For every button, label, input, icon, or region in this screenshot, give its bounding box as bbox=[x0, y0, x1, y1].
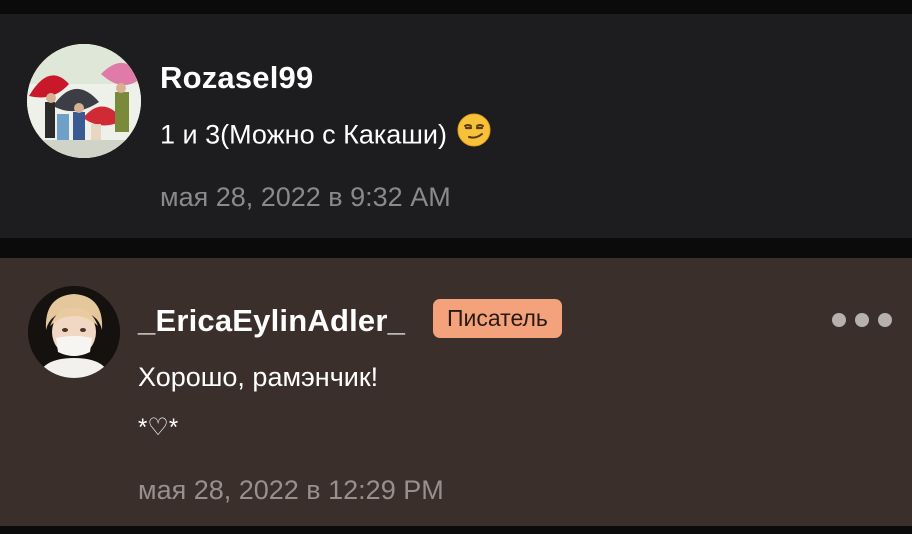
avatar-image bbox=[28, 286, 120, 378]
comment-card: Rozasel99 1 и 3(Можно с Какаши) мая 28, … bbox=[0, 14, 912, 238]
smirking-face-icon bbox=[457, 113, 491, 154]
comment-text-content: 1 и 3(Можно с Какаши) bbox=[160, 119, 448, 150]
avatar[interactable] bbox=[28, 286, 120, 378]
role-badge: Писатель bbox=[433, 299, 562, 338]
comment-timestamp: мая 28, 2022 в 9:32 AM bbox=[160, 182, 451, 212]
avatar-image bbox=[27, 44, 141, 158]
more-options-button[interactable] bbox=[832, 310, 892, 330]
comment-card: _EricaEylinAdler_ Писатель Хорошо, рамэн… bbox=[0, 258, 912, 526]
more-options-icon bbox=[878, 313, 892, 327]
comment-text: 1 и 3(Можно с Какаши) bbox=[160, 113, 491, 154]
more-options-icon bbox=[855, 313, 869, 327]
comment-text-line: *♡* bbox=[138, 414, 179, 441]
comment-timestamp: мая 28, 2022 в 12:29 PM bbox=[138, 475, 444, 505]
username[interactable]: Rozasel99 bbox=[160, 60, 313, 96]
comment-feed: Rozasel99 1 и 3(Можно с Какаши) мая 28, … bbox=[0, 0, 912, 534]
more-options-icon bbox=[832, 313, 846, 327]
username[interactable]: _EricaEylinAdler_ bbox=[138, 303, 405, 339]
comment-text: Хорошо, рамэнчик! bbox=[138, 362, 379, 392]
avatar[interactable] bbox=[27, 44, 141, 158]
